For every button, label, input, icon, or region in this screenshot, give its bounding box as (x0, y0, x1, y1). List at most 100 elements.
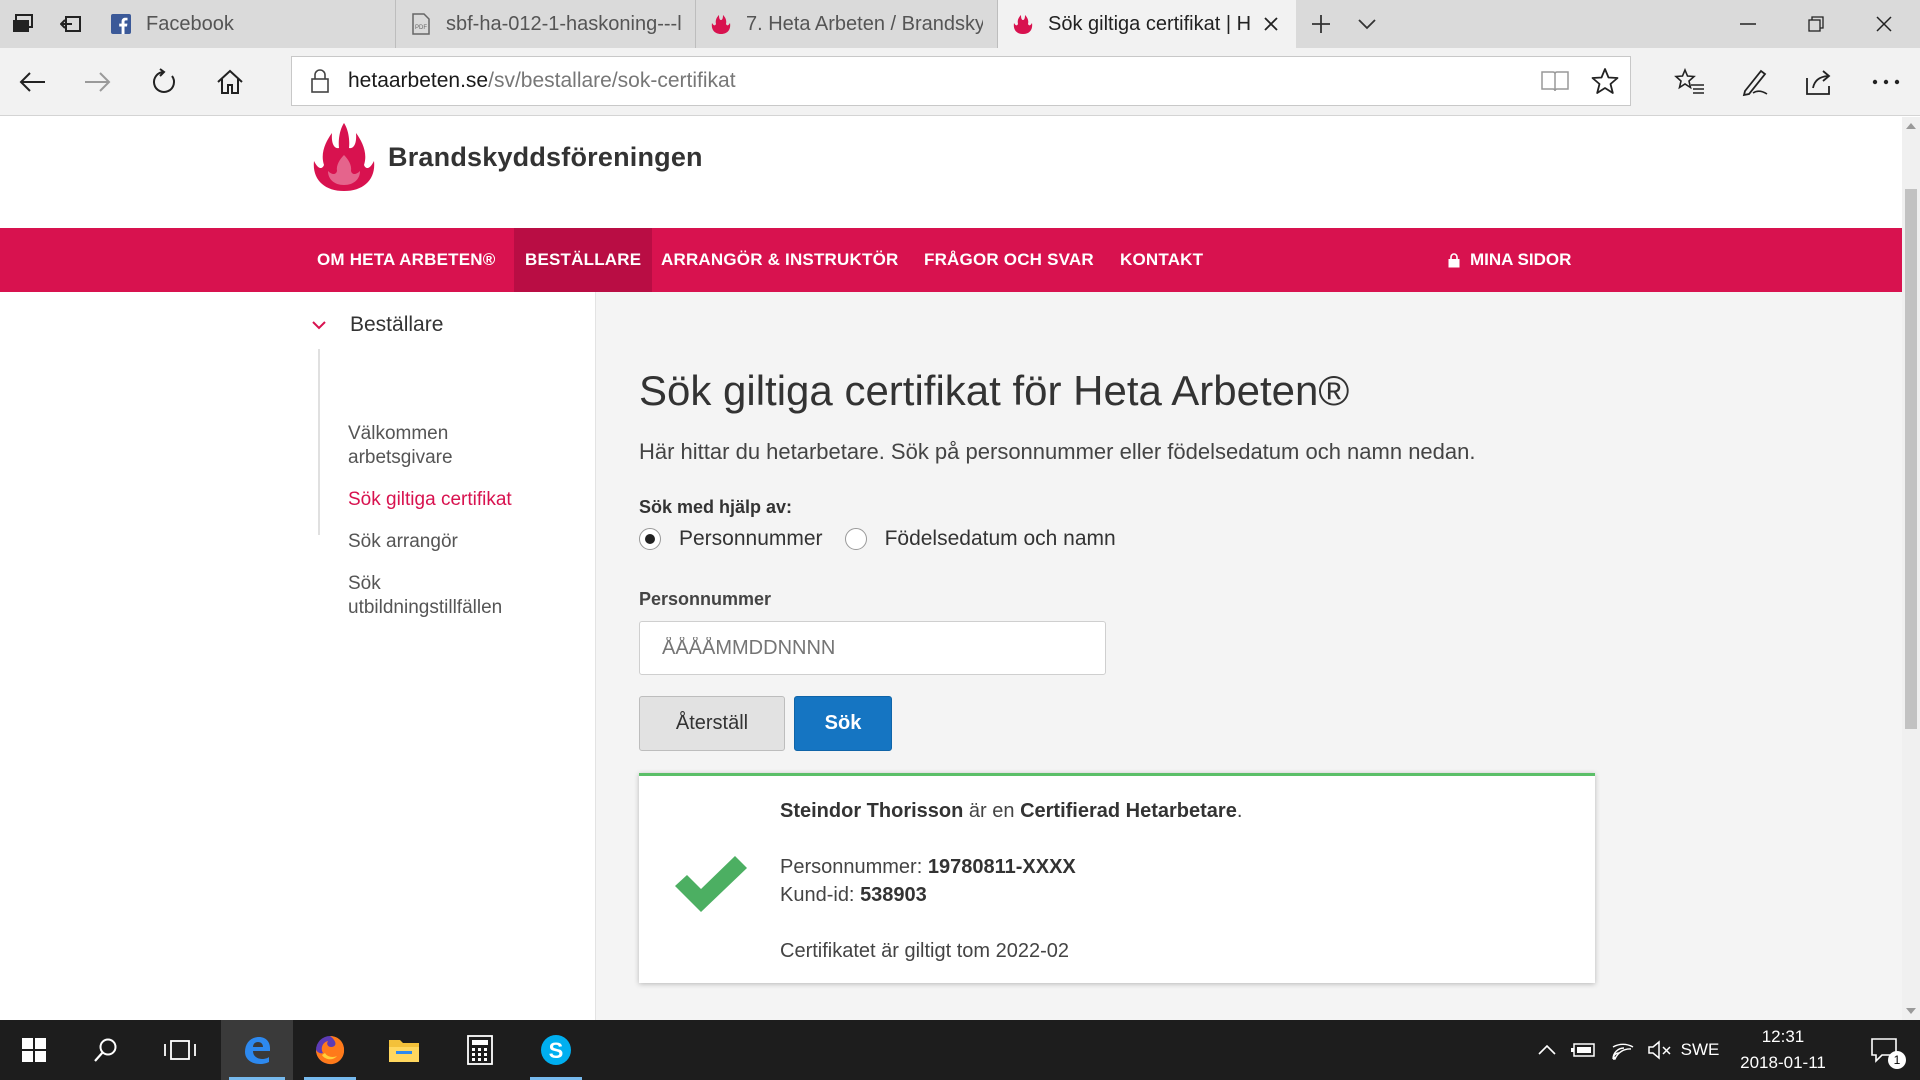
system-clock[interactable]: 12:31 2018-01-11 (1720, 1020, 1846, 1080)
mina-sidor-label: MINA SIDOR (1470, 250, 1572, 269)
sidebar-column (0, 292, 596, 1020)
input-language[interactable]: SWE (1680, 1020, 1720, 1080)
browser-toolbar: hetaarbeten.se/sv/bestallare/sok-certifi… (0, 48, 1920, 116)
file-explorer-icon[interactable] (370, 1020, 438, 1080)
radio-fodelsedatum-och-namn[interactable] (844, 528, 867, 550)
site-logo[interactable]: Brandskyddsföreningen (308, 121, 703, 193)
facebook-icon (110, 13, 132, 35)
tab-facebook[interactable]: Facebook (96, 0, 396, 48)
page-intro: Här hittar du hetarbetare. Sök på person… (639, 439, 1476, 464)
nav-arrangor-instruktor[interactable]: ARRANGÖR & INSTRUKTÖR (650, 228, 909, 292)
web-note-pen-icon[interactable] (1724, 48, 1784, 116)
tab-sok-certifikat[interactable]: Sök giltiga certifikat | H (998, 0, 1296, 48)
nav-bestallare[interactable]: BESTÄLLARE (514, 228, 653, 292)
url-host: hetaarbeten.se (348, 69, 489, 92)
tab-title: Sök giltiga certifikat | H (1048, 12, 1250, 35)
main-navigation: OM HETA ARBETEN® BESTÄLLARE ARRANGÖR & I… (0, 228, 1902, 292)
tab-manager-icon[interactable] (0, 0, 46, 48)
restore-icon[interactable] (1782, 0, 1850, 48)
flame-favicon (1012, 13, 1034, 35)
new-tab-icon[interactable] (1298, 0, 1344, 48)
page-scrollbar[interactable] (1902, 117, 1920, 1020)
flame-logo-icon (313, 123, 375, 191)
tab-preview-chevron-icon[interactable] (1344, 0, 1390, 48)
sidebar-divider (318, 349, 320, 535)
edge-icon[interactable] (221, 1020, 293, 1080)
forward-icon[interactable] (68, 48, 128, 116)
sidebar-item-valkommen-arbetsgivare[interactable]: Välkommen arbetsgivare (348, 422, 548, 470)
scroll-down-arrow-icon[interactable] (1906, 1006, 1916, 1016)
show-hidden-icons-chevron-icon[interactable] (1532, 1020, 1562, 1080)
wifi-icon[interactable] (1606, 1020, 1640, 1080)
result-summary: Steindor Thorisson är en Certifierad Het… (780, 800, 1242, 823)
sidebar-item-sok-utbildningstillfallen[interactable]: Sök utbildningstillfällen (348, 572, 528, 620)
task-view-icon[interactable] (146, 1020, 214, 1080)
url-text[interactable]: hetaarbeten.se/sv/bestallare/sok-certifi… (348, 69, 736, 93)
sidebar-heading-label: Beställare (350, 313, 444, 336)
firefox-icon[interactable] (296, 1020, 364, 1080)
scroll-up-arrow-icon[interactable] (1906, 121, 1916, 131)
windows-taskbar: S SWE 12:31 2018-01-11 1 (0, 1020, 1920, 1080)
calculator-icon[interactable] (446, 1020, 514, 1080)
result-period: . (1236, 800, 1243, 822)
radio-personnummer[interactable] (639, 528, 661, 550)
kundid-label: Kund-id: (780, 884, 855, 906)
home-icon[interactable] (200, 48, 260, 116)
nav-fragor-och-svar[interactable]: FRÅGOR OCH SVAR (913, 228, 1105, 292)
tab-title: Facebook (146, 12, 234, 35)
close-window-icon[interactable] (1850, 0, 1918, 48)
nav-kontakt[interactable]: KONTAKT (1109, 228, 1214, 292)
sidebar-heading[interactable]: Beställare (308, 313, 443, 337)
result-status: Certifierad Hetarbetare (1020, 800, 1237, 822)
back-icon[interactable] (2, 48, 62, 116)
start-icon[interactable] (0, 1020, 68, 1080)
skype-icon[interactable]: S (522, 1020, 590, 1080)
brand-name: Brandskyddsföreningen (388, 141, 703, 172)
pdf-icon: PDF (410, 13, 432, 35)
favorite-star-icon[interactable] (1580, 57, 1630, 105)
notification-count-badge: 1 (1888, 1051, 1906, 1069)
tab-title: 7. Heta Arbeten / Brandskyd (746, 12, 983, 35)
reset-button[interactable]: Återställ (639, 696, 785, 751)
pnr-value: 19780811-XXXX (927, 856, 1076, 878)
padlock-icon (1448, 252, 1460, 268)
sidebar-item-sok-arrangor[interactable]: Sök arrangör (348, 530, 548, 554)
result-name: Steindor Thorisson (780, 800, 964, 822)
search-by-label: Sök med hjälp av: (639, 497, 793, 517)
favorites-hub-icon[interactable] (1660, 48, 1720, 116)
page-viewport: Brandskyddsföreningen OM HETA ARBETEN® B… (0, 117, 1902, 1020)
scrollbar-thumb[interactable] (1905, 189, 1917, 729)
personnummer-field-label-text: Personnummer (639, 589, 772, 609)
tab-pdf[interactable]: PDF sbf-ha-012-1-haskoning---l (396, 0, 696, 48)
set-tabs-aside-icon[interactable] (48, 0, 94, 48)
address-bar[interactable]: hetaarbeten.se/sv/bestallare/sok-certifi… (291, 56, 1631, 106)
action-center-icon[interactable]: 1 (1852, 1020, 1916, 1080)
chevron-down-icon (308, 320, 330, 330)
tab-heta-arbeten[interactable]: 7. Heta Arbeten / Brandskyd (696, 0, 998, 48)
share-icon[interactable] (1790, 48, 1850, 116)
refresh-icon[interactable] (134, 48, 194, 116)
battery-icon[interactable] (1566, 1020, 1602, 1080)
nav-om-heta-arbeten[interactable]: OM HETA ARBETEN® (306, 228, 506, 292)
result-card: Steindor Thorisson är en Certifierad Het… (639, 773, 1595, 983)
svg-text:S: S (549, 1038, 564, 1063)
clock-time: 12:31 (1761, 1027, 1805, 1046)
volume-muted-icon[interactable] (1642, 1020, 1678, 1080)
more-options-icon[interactable] (1856, 48, 1916, 116)
browser-tab-bar: Facebook PDF sbf-ha-012-1-haskoning---l … (0, 0, 1920, 48)
reading-view-icon[interactable] (1530, 57, 1580, 105)
svg-text:PDF: PDF (415, 25, 427, 31)
search-icon[interactable] (72, 1020, 140, 1080)
personnummer-input[interactable] (639, 621, 1106, 675)
close-tab-icon[interactable] (1260, 16, 1282, 32)
site-header: Brandskyddsföreningen (0, 117, 1902, 228)
radio-personnummer-label[interactable]: Personnummer (679, 527, 823, 551)
radio-fodelsedatum-label[interactable]: Födelsedatum och namn (885, 527, 1116, 551)
minimize-icon[interactable] (1714, 0, 1782, 48)
result-validity: Certifikatet är giltigt tom 2022-02 (780, 940, 1070, 962)
clock-date: 2018-01-11 (1740, 1053, 1826, 1072)
sidebar-item-sok-giltiga-certifikat[interactable]: Sök giltiga certifikat (348, 488, 548, 512)
mina-sidor-link[interactable]: MINA SIDOR (1448, 228, 1571, 292)
lock-icon[interactable] (292, 69, 348, 93)
search-button[interactable]: Sök (794, 696, 892, 751)
